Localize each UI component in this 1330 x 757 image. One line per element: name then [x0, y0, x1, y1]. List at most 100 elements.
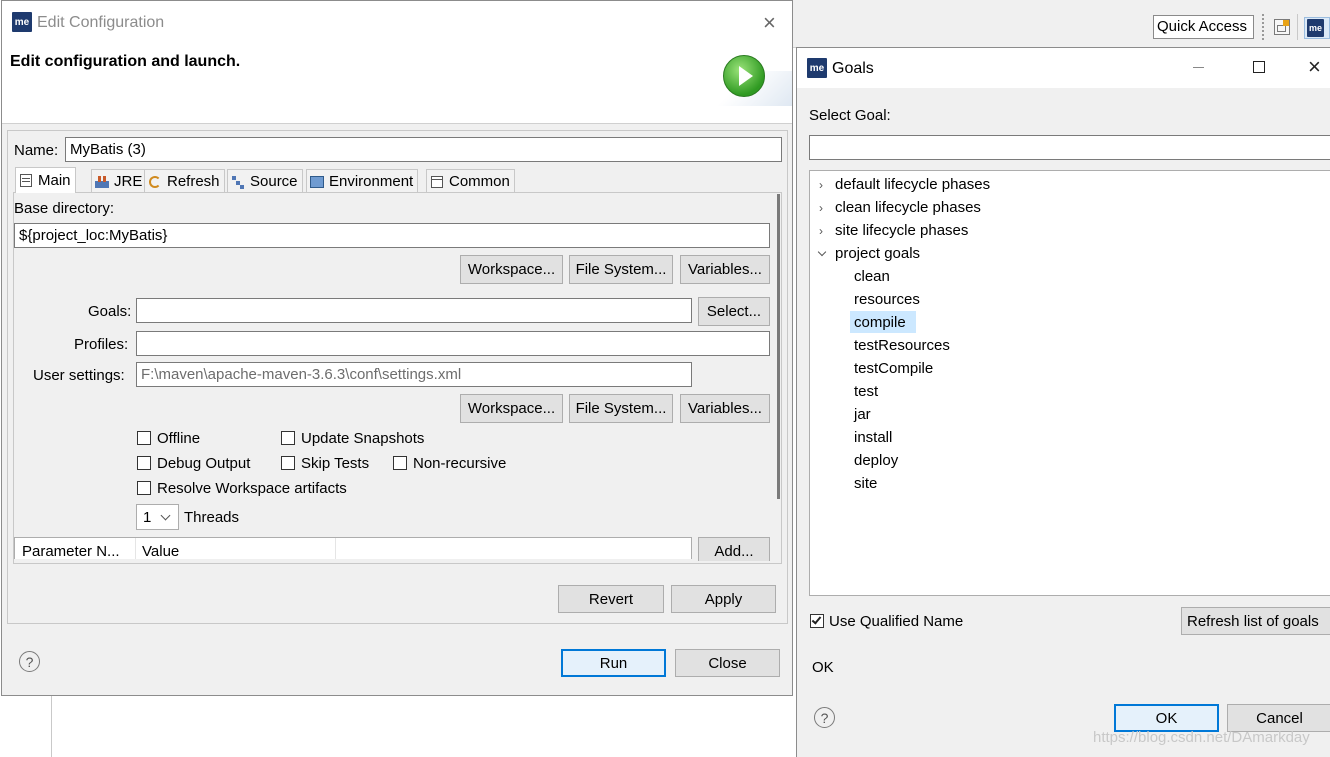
tree-site-lifecycle[interactable]: site lifecycle phases	[835, 222, 968, 239]
file-system-button[interactable]: File System...	[569, 255, 673, 284]
threads-value: 1	[143, 509, 152, 526]
cancel-button[interactable]: Cancel	[1227, 704, 1330, 732]
add-parameter-button[interactable]: Add...	[698, 537, 770, 561]
quick-access-field[interactable]: Quick Access	[1153, 15, 1254, 39]
tab-source-label: Source	[250, 173, 298, 190]
offline-checkbox[interactable]	[137, 431, 151, 445]
goals-help-icon[interactable]: ?	[814, 707, 835, 728]
tab-environment[interactable]: Environment	[306, 169, 419, 193]
variables-button[interactable]: Variables...	[680, 255, 770, 284]
tab-common[interactable]: Common	[426, 169, 515, 193]
goal-item-selected[interactable]: compile	[854, 314, 906, 331]
select-goals-button[interactable]: Select...	[698, 297, 770, 326]
workbench-left-edge	[0, 695, 52, 757]
goal-item[interactable]: deploy	[854, 452, 898, 469]
update-snapshots-checkbox[interactable]	[281, 431, 295, 445]
debug-output-label: Debug Output	[157, 455, 251, 472]
tab-refresh-label: Refresh	[167, 173, 220, 190]
user-settings-field[interactable]: F:\maven\apache-maven-3.6.3\conf\setting…	[136, 362, 692, 387]
goal-item[interactable]: clean	[854, 268, 890, 285]
close-icon[interactable]: ×	[763, 10, 776, 36]
content-scrollbar[interactable]	[777, 194, 780, 499]
common-icon	[430, 175, 445, 189]
tab-jre-label: JRE	[114, 173, 143, 190]
chevron-right-icon[interactable]: ›	[819, 224, 823, 238]
settings-workspace-button[interactable]: Workspace...	[460, 394, 563, 423]
select-goal-label: Select Goal:	[809, 107, 891, 124]
edit-configuration-dialog: me Edit Configuration × Edit configurati…	[1, 0, 793, 696]
goal-item[interactable]: resources	[854, 291, 920, 308]
refresh-goals-button[interactable]: Refresh list of goals	[1181, 607, 1330, 635]
use-qualified-name-checkbox[interactable]	[810, 614, 824, 628]
goal-item[interactable]: test	[854, 383, 878, 400]
minimize-icon[interactable]	[1193, 67, 1204, 68]
ok-button[interactable]: OK	[1114, 704, 1219, 732]
update-snapshots-label: Update Snapshots	[301, 430, 425, 447]
param-col-value[interactable]: Value	[142, 543, 179, 559]
perspective-me-icon[interactable]: me	[1304, 17, 1330, 39]
goals-close-icon[interactable]: ×	[1308, 54, 1321, 80]
threads-select[interactable]: 1	[136, 504, 179, 530]
settings-variables-button[interactable]: Variables...	[680, 394, 770, 423]
goal-item[interactable]: site	[854, 475, 877, 492]
resolve-workspace-checkbox[interactable]	[137, 481, 151, 495]
source-icon	[231, 175, 246, 189]
settings-file-system-button[interactable]: File System...	[569, 394, 673, 423]
tree-default-lifecycle[interactable]: default lifecycle phases	[835, 176, 990, 193]
non-recursive-checkbox[interactable]	[393, 456, 407, 470]
jre-icon	[95, 175, 110, 189]
goal-item[interactable]: testCompile	[854, 360, 933, 377]
goal-item[interactable]: testResources	[854, 337, 950, 354]
chevron-right-icon[interactable]: ›	[819, 178, 823, 192]
use-qualified-name-label: Use Qualified Name	[829, 613, 964, 630]
goals-label: Goals:	[88, 303, 132, 320]
column-divider	[335, 538, 336, 559]
goals-field[interactable]	[136, 298, 692, 323]
goal-item[interactable]: install	[854, 429, 892, 446]
goals-window-title: Goals	[832, 60, 874, 77]
threads-label: Threads	[184, 509, 240, 526]
tab-jre[interactable]: JRE	[91, 169, 148, 193]
skip-tests-checkbox[interactable]	[281, 456, 295, 470]
workspace-button[interactable]: Workspace...	[460, 255, 563, 284]
goal-item[interactable]: jar	[854, 406, 871, 423]
help-icon[interactable]: ?	[19, 651, 40, 672]
status-text: OK	[812, 659, 834, 676]
maximize-icon[interactable]	[1253, 61, 1265, 73]
apply-button[interactable]: Apply	[671, 585, 776, 613]
tab-refresh[interactable]: Refresh	[144, 169, 225, 193]
open-perspective-icon[interactable]	[1274, 19, 1290, 35]
goal-filter-field[interactable]	[809, 135, 1330, 160]
profiles-label: Profiles:	[74, 336, 129, 353]
goals-title-bar	[797, 48, 1330, 88]
name-field[interactable]: MyBatis (3)	[65, 137, 782, 162]
checkmark-icon	[811, 614, 822, 625]
run-button[interactable]: Run	[561, 649, 666, 677]
offline-label: Offline	[157, 430, 201, 447]
page-heading: Edit configuration and launch.	[10, 53, 241, 70]
parameter-table[interactable]: Parameter N... Value	[14, 537, 692, 559]
debug-output-checkbox[interactable]	[137, 456, 151, 470]
goals-dialog: me Goals × Select Goal: › default lifecy…	[796, 47, 1330, 757]
run-launch-icon	[723, 55, 765, 97]
chevron-right-icon[interactable]: ›	[819, 201, 823, 215]
tab-main[interactable]: Main	[15, 167, 76, 193]
close-button[interactable]: Close	[675, 649, 780, 677]
tree-project-goals[interactable]: project goals	[835, 245, 920, 262]
skip-tests-label: Skip Tests	[301, 455, 370, 472]
profiles-field[interactable]	[136, 331, 770, 356]
tree-clean-lifecycle[interactable]: clean lifecycle phases	[835, 199, 981, 216]
column-divider	[135, 538, 136, 559]
window-title: Edit Configuration	[37, 14, 165, 31]
param-col-name[interactable]: Parameter N...	[22, 543, 120, 559]
revert-button[interactable]: Revert	[558, 585, 664, 613]
tab-main-label: Main	[38, 172, 71, 189]
tab-source[interactable]: Source	[227, 169, 303, 193]
main-tab-icon	[19, 173, 34, 188]
resolve-workspace-label: Resolve Workspace artifacts	[157, 480, 347, 497]
app-logo-icon: me	[12, 12, 32, 32]
base-directory-field[interactable]: ${project_loc:MyBatis}	[14, 223, 770, 248]
watermark: https://blog.csdn.net/DAmarkday	[1093, 729, 1310, 746]
non-recursive-label: Non-recursive	[413, 455, 507, 472]
user-settings-label: User settings:	[33, 367, 125, 384]
